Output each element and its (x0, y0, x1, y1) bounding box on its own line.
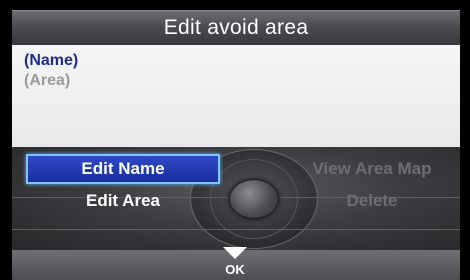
menu-panel: Edit Name Edit Area View Area Map Delete (12, 147, 460, 250)
down-arrow-icon (223, 247, 247, 259)
navigation-screen: Edit avoid area (Name) (Area) Edit Name … (0, 0, 470, 280)
delete-button[interactable]: Delete (292, 186, 452, 216)
menu-divider (12, 229, 460, 230)
screen-title: Edit avoid area (163, 16, 309, 39)
edit-area-button[interactable]: Edit Area (26, 186, 220, 216)
edit-name-button[interactable]: Edit Name (26, 154, 220, 184)
view-area-map-button[interactable]: View Area Map (292, 154, 452, 184)
ok-label[interactable]: OK (217, 262, 253, 277)
area-name-value: (Name) (24, 52, 79, 69)
area-location-value: (Area) (24, 72, 71, 89)
interface-dial-knob-icon[interactable] (229, 179, 279, 219)
avoid-area-info-panel: (Name) (Area) (12, 45, 460, 147)
title-bar: Edit avoid area (12, 10, 460, 45)
